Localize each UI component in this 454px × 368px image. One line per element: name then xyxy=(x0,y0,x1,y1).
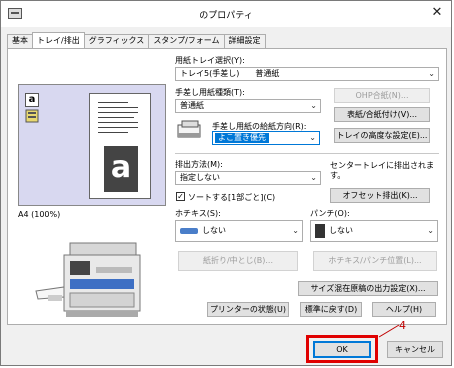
staple-punch-position-button[interactable]: ホチキス/パンチ位置(L)... xyxy=(313,251,437,271)
tab-panel: a a A4 (100%) 用紙トレイ選択(Y): トレイ5(手差し) 普通紙 … xyxy=(7,48,447,325)
chevron-down-icon: ⌄ xyxy=(427,226,434,235)
punch-icon xyxy=(315,223,325,238)
close-button[interactable]: ✕ xyxy=(429,5,445,21)
printer-status-button[interactable]: プリンターの状態(U) xyxy=(207,302,289,317)
chevron-down-icon: ⌄ xyxy=(428,69,435,78)
printer-illustration xyxy=(35,242,141,317)
chevron-down-icon: ⌄ xyxy=(309,133,316,142)
tab-tray-output[interactable]: トレイ/排出 xyxy=(32,32,85,48)
chevron-down-icon: ⌄ xyxy=(310,173,317,182)
output-note: センタートレイに排出されます。 xyxy=(330,161,434,180)
staple-label: ホチキス(S): xyxy=(175,209,221,218)
feed-direction-icon xyxy=(177,120,201,138)
offset-output-button[interactable]: オフセット排出(K)... xyxy=(330,188,430,203)
properties-dialog: のプロパティ ✕ 基本 トレイ/排出 グラフィックス スタンプ/フォーム 詳細設… xyxy=(0,0,452,366)
staple-dropdown[interactable]: しない ⌄ xyxy=(175,220,303,242)
step-number-annotation: 4 xyxy=(399,319,406,332)
paper-preview: a xyxy=(89,93,151,199)
ohp-interleave-button[interactable]: OHP合紙(N)... xyxy=(334,88,430,103)
tab-stamp-form[interactable]: スタンプ/フォーム xyxy=(148,34,225,48)
output-method-dropdown[interactable]: 指定しない ⌄ xyxy=(175,171,321,185)
punch-dropdown[interactable]: しない ⌄ xyxy=(310,220,438,242)
print-preview: a a xyxy=(18,84,166,206)
ok-button[interactable]: OK xyxy=(313,341,371,358)
tab-graphics[interactable]: グラフィックス xyxy=(83,34,150,48)
tray-select-label: 用紙トレイ選択(Y): xyxy=(175,56,245,65)
chevron-down-icon: ⌄ xyxy=(292,226,299,235)
sort-label: ソートする[1部ごと](C) xyxy=(188,193,276,202)
layout-icon: a xyxy=(25,93,47,127)
cancel-button[interactable]: キャンセル xyxy=(387,341,443,358)
feed-direction-dropdown[interactable]: よこ置き優先 ⌄ xyxy=(212,131,320,145)
tab-bar: 基本 トレイ/排出 グラフィックス スタンプ/フォーム 詳細設定 xyxy=(7,32,266,48)
tab-basic[interactable]: 基本 xyxy=(7,34,33,48)
cover-interleave-button[interactable]: 表紙/合紙付け(V)... xyxy=(334,107,430,122)
fold-button[interactable]: 紙折り/中とじ(B)... xyxy=(178,251,298,271)
reset-defaults-button[interactable]: 標準に戻す(D) xyxy=(300,302,362,317)
window-title: のプロパティ xyxy=(199,11,253,21)
title-bar: のプロパティ ✕ xyxy=(1,1,451,27)
output-method-label: 排出方法(M): xyxy=(175,160,223,169)
manual-paper-type-label: 手差し用紙種類(T): xyxy=(175,88,245,97)
paper-size-text: A4 (100%) xyxy=(18,210,61,219)
chevron-down-icon: ⌄ xyxy=(310,101,317,110)
divider xyxy=(175,153,439,154)
page-letter: a xyxy=(104,146,138,192)
staple-icon xyxy=(180,227,198,234)
tray-select-dropdown[interactable]: トレイ5(手差し) 普通紙 ⌄ xyxy=(175,67,439,81)
mixed-size-output-button[interactable]: サイズ混在原稿の出力設定(X)... xyxy=(298,281,438,296)
sort-checkbox[interactable]: ✓ xyxy=(176,192,185,201)
help-button[interactable]: ヘルプ(H) xyxy=(372,302,436,317)
tray-advanced-button[interactable]: トレイの高度な設定(E)... xyxy=(334,128,430,143)
punch-label: パンチ(O): xyxy=(310,209,350,218)
manual-paper-type-dropdown[interactable]: 普通紙 ⌄ xyxy=(175,99,321,113)
tab-advanced[interactable]: 詳細設定 xyxy=(223,34,266,48)
